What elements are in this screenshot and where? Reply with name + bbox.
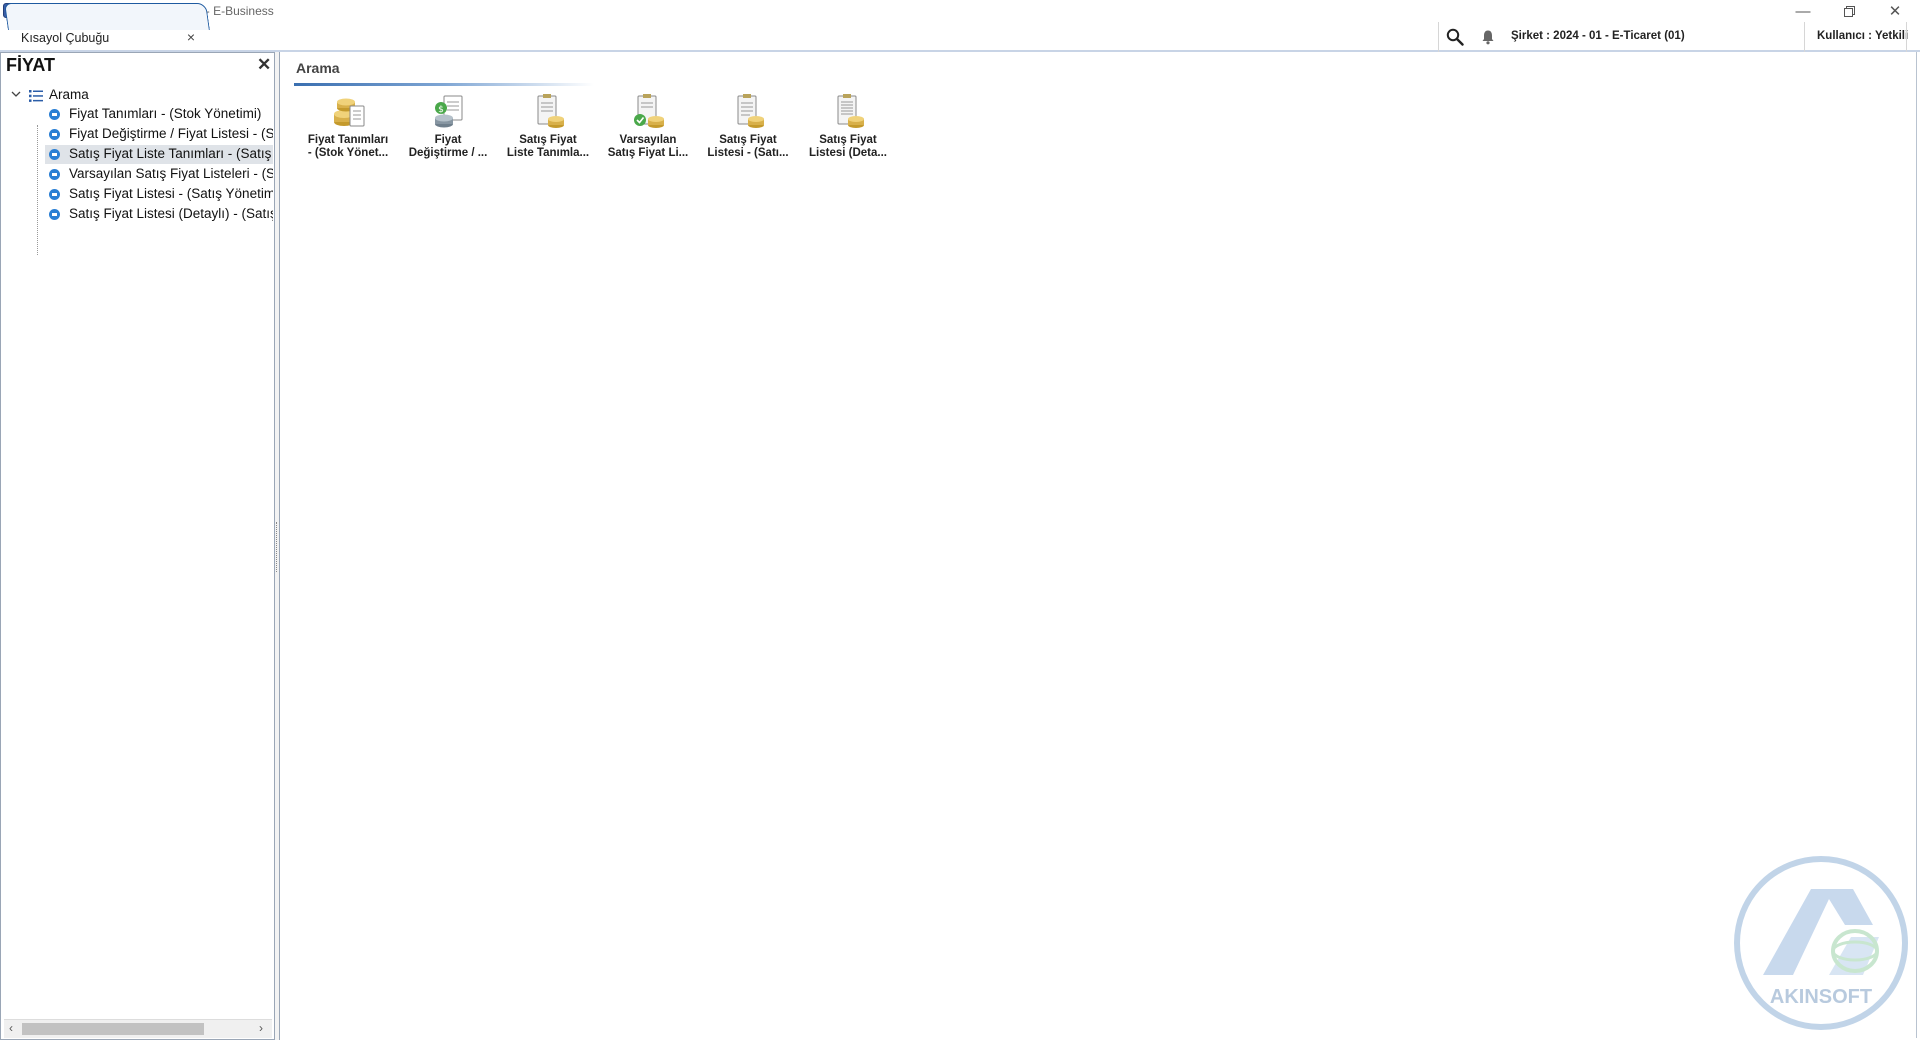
tile-price-definitions[interactable]: Fiyat Tanımları - (Stok Yönet... <box>298 94 398 174</box>
restore-icon <box>1843 5 1855 17</box>
default-price-list-icon <box>634 94 664 128</box>
tree-root-label: Arama <box>49 87 89 102</box>
toolbar-divider <box>1906 22 1907 52</box>
section-title: Arama <box>296 60 340 76</box>
tile-caption: Fiyat Değiştirme / ... <box>408 134 488 159</box>
tree-item-label: Satış Fiyat Listesi (Detaylı) - (Satış Y… <box>69 206 273 221</box>
svg-text:$: $ <box>438 105 444 115</box>
panel-title: FİYAT <box>6 55 56 75</box>
tile-caption: Satış Fiyat Listesi (Deta... <box>809 134 887 159</box>
restore-button[interactable] <box>1826 0 1872 22</box>
search-icon[interactable] <box>1446 28 1464 46</box>
tree-item-label: Satış Fiyat Liste Tanımları - (Satış Yön… <box>69 146 273 161</box>
watermark-text: AKINSOFT <box>1770 986 1872 1008</box>
user-info: Kullanıcı : Yetkili <box>1817 30 1909 42</box>
toolbar-divider <box>1438 22 1439 52</box>
company-info: Şirket : 2024 - 01 - E-Ticaret (01) <box>1511 30 1685 42</box>
tile-caption: Fiyat Tanımları - (Stok Yönet... <box>307 134 389 159</box>
tile-sales-price-list-definitions[interactable]: Satış Fiyat Liste Tanımla... <box>498 94 598 174</box>
tree-item-label: Satış Fiyat Listesi - (Satış Yönetimi) <box>69 186 273 201</box>
tab-shortcut-bar[interactable] <box>4 3 210 30</box>
price-list-icon <box>537 94 564 128</box>
minimize-button[interactable]: — <box>1780 0 1826 22</box>
scrollbar-thumb[interactable] <box>22 1023 204 1035</box>
arrow-circle-icon <box>49 209 60 220</box>
arrow-circle-icon <box>49 129 60 140</box>
arrow-circle-icon <box>49 189 60 200</box>
tile-default-sales-price-lists[interactable]: Varsayılan Satış Fiyat Li... <box>598 94 698 174</box>
arrow-circle-icon <box>49 169 60 180</box>
main-content: Arama Fiyat Tanımları - (Stok Yönet... $… <box>280 52 1917 1038</box>
price-coins-icon <box>334 98 365 127</box>
tile-sales-price-list-detailed[interactable]: Satış Fiyat Listesi (Deta... <box>798 94 898 174</box>
bell-icon[interactable] <box>1480 29 1496 45</box>
splitter-grip[interactable] <box>276 522 279 572</box>
chevron-down-icon[interactable] <box>11 87 21 101</box>
tab-label: Kısayol Çubuğu <box>21 31 110 45</box>
tile-sales-price-list[interactable]: Satış Fiyat Listesi - (Satı... <box>698 94 798 174</box>
toolbar-divider <box>1804 22 1805 52</box>
scroll-left-icon[interactable]: ‹ <box>9 1021 13 1035</box>
tree-item-label: Varsayılan Satış Fiyat Listeleri - (Satı… <box>69 166 273 181</box>
tile-caption: Satış Fiyat Liste Tanımla... <box>506 134 590 159</box>
tree-item-label: Fiyat Tanımları - (Stok Yönetimi) <box>69 106 262 121</box>
horizontal-scrollbar[interactable]: ‹ › <box>4 1019 272 1038</box>
tree-item-sales-price-list-definitions[interactable]: Satış Fiyat Liste Tanımları - (Satış Yön… <box>45 145 273 164</box>
tile-price-change[interactable]: $ Fiyat Değiştirme / ... <box>398 94 498 174</box>
price-list-detail-icon <box>837 94 864 128</box>
price-list-icon <box>737 94 764 128</box>
list-icon <box>29 90 43 102</box>
title-bar: AKINSOFT Wolvox ERP s9.02.04 - E-Busines… <box>0 0 1920 22</box>
navigation-panel: FİYAT ✕ Arama Fiyat Tanımları - (Stok Yö… <box>0 52 275 1040</box>
tree-view: Arama Fiyat Tanımları - (Stok Yönetimi) … <box>1 81 273 281</box>
tile-caption: Varsayılan Satış Fiyat Li... <box>607 134 689 159</box>
close-window-button[interactable]: ✕ <box>1872 0 1918 22</box>
panel-close-button[interactable]: ✕ <box>257 55 271 75</box>
arrow-circle-icon <box>49 109 60 120</box>
price-change-icon: $ <box>435 95 463 128</box>
scroll-right-icon[interactable]: › <box>259 1021 263 1035</box>
arrow-circle-icon <box>49 149 60 160</box>
akinsoft-logo-watermark: AKINSOFT <box>1734 856 1908 1030</box>
tree-item-label: Fiyat Değiştirme / Fiyat Listesi - (Stok… <box>69 126 273 141</box>
section-underline <box>294 83 594 86</box>
tree-connector <box>37 125 38 255</box>
tile-caption: Satış Fiyat Listesi - (Satı... <box>707 134 789 159</box>
tab-close-button[interactable]: × <box>184 29 198 45</box>
